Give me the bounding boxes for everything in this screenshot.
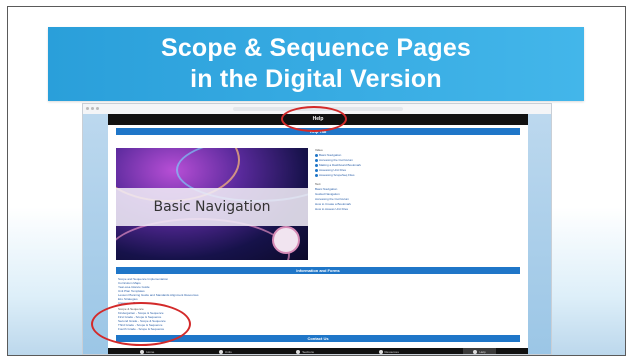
logo-badge-icon bbox=[272, 226, 300, 254]
list-icon bbox=[296, 350, 301, 354]
hero-caption: Basic Navigation bbox=[153, 199, 271, 215]
help-highlight-circle bbox=[281, 106, 347, 132]
embedded-screenshot: Help Help Tab Basic Navigation Video Bas… bbox=[82, 103, 552, 355]
play-icon bbox=[315, 153, 318, 157]
title-banner: Scope & Sequence Pages in the Digital Ve… bbox=[48, 27, 584, 101]
help-links: Video Basic Navigation Accessing the Cur… bbox=[315, 148, 515, 216]
window-maximize-icon[interactable] bbox=[96, 107, 99, 110]
home-icon bbox=[140, 350, 145, 354]
nav-help[interactable]: Help bbox=[463, 348, 496, 354]
nav-resources[interactable]: Resources bbox=[378, 350, 399, 354]
bottom-navigation: Home Units Sections Resources Help bbox=[108, 348, 528, 354]
play-icon bbox=[315, 163, 318, 167]
side-gradient-right bbox=[526, 114, 551, 354]
help-link[interactable]: Assessing ScopeSeq Files bbox=[315, 173, 515, 178]
help-group-heading: Text bbox=[315, 182, 321, 186]
play-icon bbox=[315, 173, 318, 177]
help-icon bbox=[473, 350, 478, 354]
information-forms-header: Information and Forms bbox=[116, 267, 520, 274]
help-group-heading: Video bbox=[315, 148, 323, 152]
slide-title-line-1: Scope & Sequence Pages bbox=[160, 34, 472, 62]
nav-units[interactable]: Units bbox=[218, 350, 232, 354]
folder-icon bbox=[378, 350, 383, 354]
book-icon bbox=[218, 350, 223, 354]
hero-caption-band: Basic Navigation bbox=[116, 188, 308, 226]
window-close-icon[interactable] bbox=[86, 107, 89, 110]
window-minimize-icon[interactable] bbox=[91, 107, 94, 110]
play-icon bbox=[315, 168, 318, 172]
scope-sequence-highlight-circle bbox=[91, 302, 191, 346]
nav-home[interactable]: Home bbox=[140, 350, 154, 354]
nav-sections[interactable]: Sections bbox=[296, 350, 314, 354]
play-icon bbox=[315, 158, 318, 162]
help-group-video: Video Basic Navigation Accessing the Cur… bbox=[315, 148, 515, 178]
help-link[interactable]: How to Assess Unit Files bbox=[315, 207, 515, 212]
help-group-text: Text Basic Navigation Guided Navigation … bbox=[315, 182, 515, 212]
presentation-slide: Scope & Sequence Pages in the Digital Ve… bbox=[7, 6, 626, 356]
slide-title-line-2: in the Digital Version bbox=[190, 65, 442, 93]
basic-navigation-video[interactable]: Basic Navigation bbox=[116, 148, 308, 260]
